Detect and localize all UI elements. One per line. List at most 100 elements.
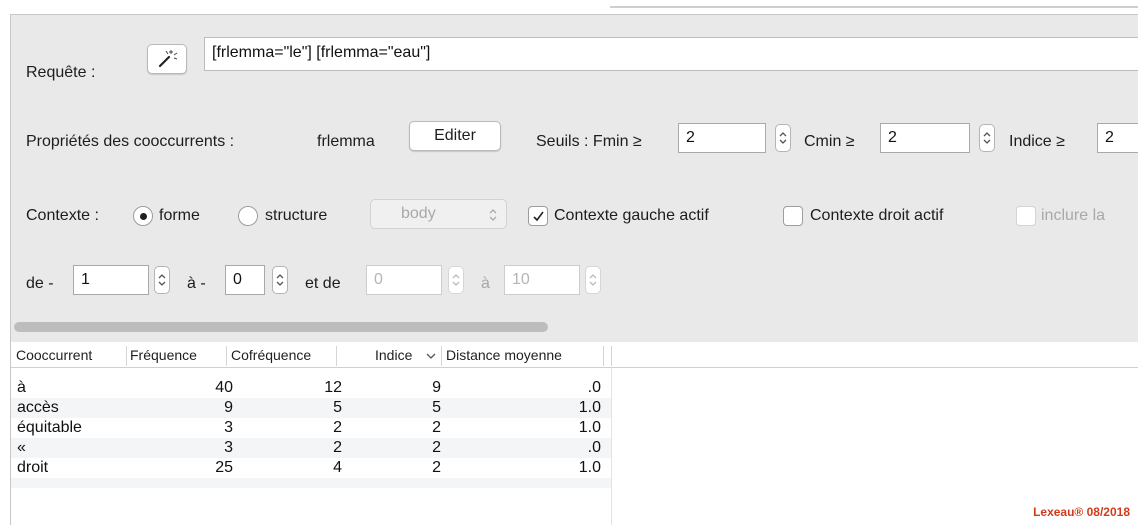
context-label: Contexte : (26, 207, 99, 224)
stepper-arrows-icon (589, 274, 597, 286)
sort-descending-icon (426, 353, 436, 359)
thresholds-fmin-label: Seuils : Fmin ≥ (536, 133, 642, 150)
cell-distance: .0 (587, 439, 601, 456)
cell-cooccurrent: accès (17, 399, 59, 416)
radio-structure-label[interactable]: structure (265, 206, 327, 226)
column-divider[interactable] (126, 346, 127, 366)
column-divider[interactable] (603, 346, 604, 366)
cmin-label: Cmin ≥ (804, 133, 855, 150)
checkmark-icon (533, 211, 544, 222)
include-label: inclure la (1041, 207, 1106, 224)
cell-frequence: 3 (224, 419, 233, 436)
cell-indice: 2 (432, 419, 441, 436)
fmin-stepper[interactable] (775, 124, 791, 152)
cell-frequence: 3 (224, 439, 233, 456)
query-input[interactable]: [frlemma="le"] [frlemma="eau"] (204, 37, 1138, 71)
column-divider[interactable] (441, 346, 442, 366)
column-divider[interactable] (611, 346, 612, 366)
table-row[interactable]: à 40 12 9 .0 (11, 378, 611, 398)
cell-indice: 5 (432, 399, 441, 416)
cell-frequence: 40 (215, 379, 233, 396)
column-divider[interactable] (226, 346, 227, 366)
radio-structure[interactable] (238, 206, 258, 226)
from-input[interactable]: 1 (73, 265, 149, 295)
stepper-arrows-icon (983, 132, 991, 144)
structure-select: body (370, 199, 507, 229)
cmin-input[interactable]: 2 (880, 123, 970, 153)
radio-forme[interactable] (133, 206, 153, 226)
radio-selected-dot (140, 213, 147, 220)
query-assistant-button[interactable] (147, 44, 187, 74)
table-row[interactable]: droit 25 4 2 1.0 (11, 458, 611, 478)
cell-cofrequence: 12 (324, 379, 342, 396)
stepper-arrows-icon (779, 132, 787, 144)
stepper-arrows-icon (452, 274, 460, 286)
to-stepper[interactable] (272, 266, 288, 294)
select-arrows-icon (489, 209, 497, 221)
properties-label: Propriétés des cooccurrents : (26, 133, 235, 150)
right-context-checkbox[interactable] (783, 206, 803, 226)
cell-distance: 1.0 (578, 399, 601, 416)
cell-cooccurrent: à (17, 379, 26, 396)
table-row[interactable]: « 3 2 2 .0 (11, 438, 611, 458)
top-rule (610, 6, 1138, 8)
and-to-stepper (585, 266, 601, 294)
cell-distance: 1.0 (578, 419, 601, 436)
cell-cooccurrent: équitable (17, 419, 82, 436)
table-right-border (611, 368, 612, 525)
edit-button[interactable]: Editer (409, 121, 501, 151)
window-top-strip (0, 0, 1138, 14)
table-row[interactable]: équitable 3 2 2 1.0 (11, 418, 611, 438)
indice-input[interactable]: 2 (1097, 123, 1138, 153)
cell-distance: 1.0 (578, 459, 601, 476)
cell-cofrequence: 2 (333, 419, 342, 436)
col-header-cooccurrent[interactable]: Cooccurrent (16, 346, 92, 364)
radio-forme-label[interactable]: forme (159, 206, 200, 226)
query-label: Requête : (26, 64, 96, 81)
query-panel: Requête : [frlemma="le"] [frlemma="eau"]… (10, 14, 1138, 342)
cell-cofrequence: 5 (333, 399, 342, 416)
to-label: à - (187, 275, 206, 292)
cell-cofrequence: 4 (333, 459, 342, 476)
left-context-label[interactable]: Contexte gauche actif (554, 206, 709, 226)
from-label: de - (26, 275, 54, 292)
col-header-frequence[interactable]: Fréquence (130, 346, 197, 364)
col-header-indice[interactable]: Indice (375, 346, 412, 364)
properties-value: frlemma (317, 133, 375, 150)
structure-select-value: body (401, 205, 436, 222)
cell-indice: 2 (432, 459, 441, 476)
cell-distance: .0 (587, 379, 601, 396)
column-divider[interactable] (336, 346, 337, 366)
include-checkbox (1016, 206, 1036, 226)
magic-wand-icon (158, 50, 178, 68)
and-from-stepper (448, 266, 464, 294)
cooccurrents-table: Cooccurrent Fréquence Cofréquence Indice… (10, 342, 1138, 525)
col-header-distance[interactable]: Distance moyenne (446, 346, 562, 364)
table-row[interactable]: accès 9 5 5 1.0 (11, 398, 611, 418)
indice-label: Indice ≥ (1009, 133, 1065, 150)
col-header-cofrequence[interactable]: Cofréquence (231, 346, 311, 364)
cell-frequence: 9 (224, 399, 233, 416)
and-from-label: et de (305, 275, 341, 292)
cell-cooccurrent: « (17, 439, 26, 456)
horizontal-scrollbar[interactable] (14, 322, 548, 332)
cell-cooccurrent: droit (17, 459, 49, 476)
stepper-arrows-icon (276, 274, 284, 286)
table-header: Cooccurrent Fréquence Cofréquence Indice… (11, 342, 1138, 368)
left-context-checkbox[interactable] (528, 206, 548, 226)
cmin-stepper[interactable] (979, 124, 995, 152)
from-stepper[interactable] (154, 266, 170, 294)
fmin-input[interactable]: 2 (678, 123, 766, 153)
cell-cofrequence: 2 (333, 439, 342, 456)
and-to-label: à (481, 275, 490, 292)
cell-frequence: 25 (215, 459, 233, 476)
watermark: Lexeau® 08/2018 (1033, 505, 1130, 519)
right-context-label[interactable]: Contexte droit actif (810, 206, 943, 226)
cell-indice: 2 (432, 439, 441, 456)
to-input[interactable]: 0 (225, 265, 265, 295)
and-to-input: 10 (504, 265, 580, 295)
stepper-arrows-icon (158, 274, 166, 286)
cell-indice: 9 (432, 379, 441, 396)
and-from-input: 0 (366, 265, 442, 295)
table-row-empty (11, 478, 611, 488)
